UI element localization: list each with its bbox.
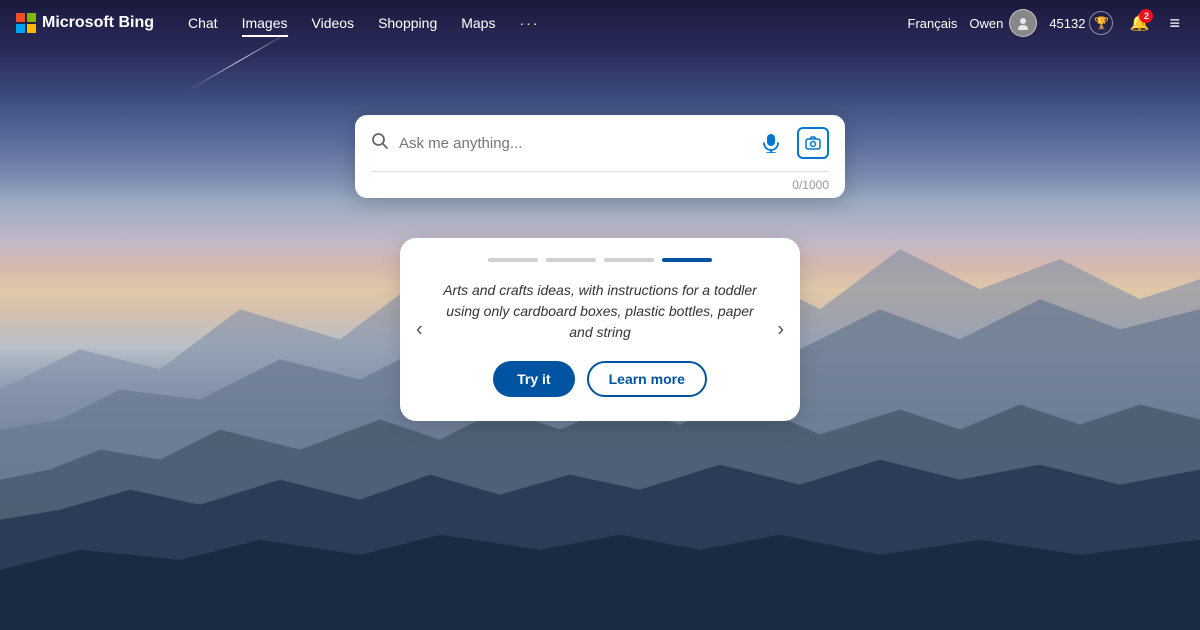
points-value: 45132 xyxy=(1049,16,1085,31)
suggestion-buttons: Try it Learn more xyxy=(493,361,707,397)
user-section[interactable]: Owen xyxy=(969,9,1037,37)
nav-more-button[interactable]: ··· xyxy=(509,11,549,35)
page-indicator-2 xyxy=(546,258,596,262)
navbar: Microsoft Bing Chat Images Videos Shoppi… xyxy=(0,0,1200,46)
search-icon xyxy=(371,132,389,155)
search-footer: 0/1000 xyxy=(355,172,845,198)
search-input[interactable] xyxy=(399,135,745,152)
notification-badge: 2 xyxy=(1139,9,1153,23)
learn-more-button[interactable]: Learn more xyxy=(587,361,707,397)
suggestion-text: Arts and crafts ideas, with instructions… xyxy=(440,280,760,343)
suggestion-card: ‹ › Arts and crafts ideas, with instruct… xyxy=(400,238,800,421)
nav-links: Chat Images Videos Shopping Maps ··· xyxy=(178,11,908,35)
nav-videos[interactable]: Videos xyxy=(302,11,365,35)
pagination xyxy=(488,258,712,262)
avatar xyxy=(1009,9,1037,37)
camera-button[interactable] xyxy=(797,127,829,159)
search-input-row xyxy=(355,115,845,171)
nav-shopping[interactable]: Shopping xyxy=(368,11,447,35)
try-it-button[interactable]: Try it xyxy=(493,361,574,397)
language-button[interactable]: Français xyxy=(908,16,958,31)
search-controls xyxy=(755,127,829,159)
main-content: 0/1000 ‹ › Arts and crafts ideas, with i… xyxy=(0,0,1200,630)
navbar-right: Français Owen 45132 🏆 🔔 2 ≡ xyxy=(908,9,1185,38)
page-indicator-4 xyxy=(662,258,712,262)
microsoft-logo-icon xyxy=(16,13,36,33)
prev-button[interactable]: ‹ xyxy=(408,310,431,349)
page-indicator-3 xyxy=(604,258,654,262)
search-container: 0/1000 xyxy=(355,115,845,198)
nav-images[interactable]: Images xyxy=(232,11,298,35)
notification-button[interactable]: 🔔 2 xyxy=(1125,9,1153,37)
username: Owen xyxy=(969,16,1003,31)
points-section[interactable]: 45132 🏆 xyxy=(1049,11,1113,35)
trophy-icon: 🏆 xyxy=(1089,11,1113,35)
char-count: 0/1000 xyxy=(792,178,829,192)
logo[interactable]: Microsoft Bing xyxy=(16,13,154,33)
mic-button[interactable] xyxy=(755,127,787,159)
next-button[interactable]: › xyxy=(769,310,792,349)
hamburger-menu-button[interactable]: ≡ xyxy=(1165,9,1184,38)
nav-maps[interactable]: Maps xyxy=(451,11,505,35)
brand-name: Microsoft Bing xyxy=(42,14,154,32)
page-indicator-1 xyxy=(488,258,538,262)
nav-chat[interactable]: Chat xyxy=(178,11,228,35)
